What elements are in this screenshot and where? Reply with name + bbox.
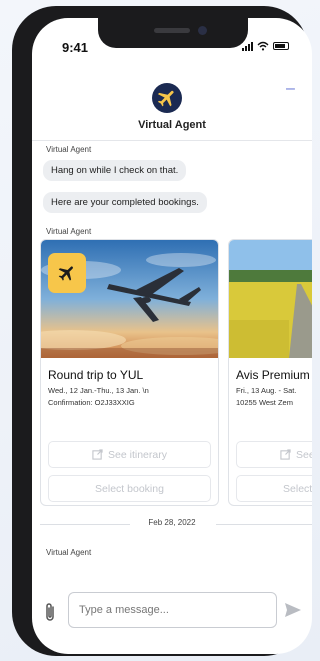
booking-dates: Fri., 13 Aug. - Sat. — [236, 386, 297, 395]
speaker — [154, 28, 190, 33]
airplane-logo-icon — [152, 83, 182, 113]
see-itinerary-label: See itinerary — [296, 448, 312, 461]
message-input[interactable] — [68, 592, 277, 628]
wifi-icon — [257, 41, 269, 51]
separator-line — [216, 524, 312, 525]
status-icons — [242, 41, 289, 51]
external-link-icon — [92, 449, 103, 460]
airplane-icon — [48, 253, 86, 293]
booking-dates: Wed., 12 Jan.-Thu., 13 Jan. \n — [48, 386, 149, 395]
camera — [198, 26, 207, 35]
see-itinerary-label: See itinerary — [108, 448, 167, 461]
message-bubble: Hang on while I check on that. — [43, 160, 187, 181]
select-booking-button[interactable]: Select booking — [236, 475, 312, 502]
notch — [98, 18, 248, 48]
booking-title: Round trip to YUL — [48, 368, 144, 382]
send-icon[interactable] — [284, 602, 302, 618]
see-itinerary-button[interactable]: See itinerary — [236, 441, 312, 468]
select-booking-label: Select booking — [283, 482, 312, 495]
phone-frame: 9:41 Virtual Agent – Virtual Agent Hang … — [12, 6, 312, 656]
date-separator: Feb 28, 2022 — [32, 517, 312, 531]
signal-icon — [242, 41, 253, 51]
battery-icon — [273, 42, 289, 50]
cards-sender: Virtual Agent — [46, 227, 92, 236]
booking-card: Round trip to YUL Wed., 12 Jan.-Thu., 13… — [40, 239, 219, 506]
minimize-button[interactable]: – — [286, 80, 295, 98]
header-divider — [32, 140, 312, 141]
date-label: Feb 28, 2022 — [148, 518, 196, 527]
select-booking-button[interactable]: Select booking — [48, 475, 211, 502]
paperclip-icon[interactable] — [42, 601, 58, 623]
external-link-icon — [280, 449, 291, 460]
booking-card: Avis Premium Fri., 13 Aug. - Sat. 10255 … — [228, 239, 312, 506]
message-sender: Virtual Agent — [46, 145, 92, 154]
message-sender: Virtual Agent — [46, 548, 92, 557]
header-title: Virtual Agent — [138, 119, 206, 131]
chat-screen: 9:41 Virtual Agent – Virtual Agent Hang … — [32, 18, 312, 654]
see-itinerary-button[interactable]: See itinerary — [48, 441, 211, 468]
status-time: 9:41 — [62, 40, 89, 55]
booking-confirmation: Confirmation: O2J33XXIG — [48, 398, 135, 407]
field-photo — [229, 240, 312, 358]
booking-title: Avis Premium — [236, 368, 310, 382]
message-bubble: Here are your completed bookings. — [43, 192, 207, 213]
select-booking-label: Select booking — [95, 482, 164, 495]
booking-address: 10255 West Zem — [236, 398, 293, 407]
